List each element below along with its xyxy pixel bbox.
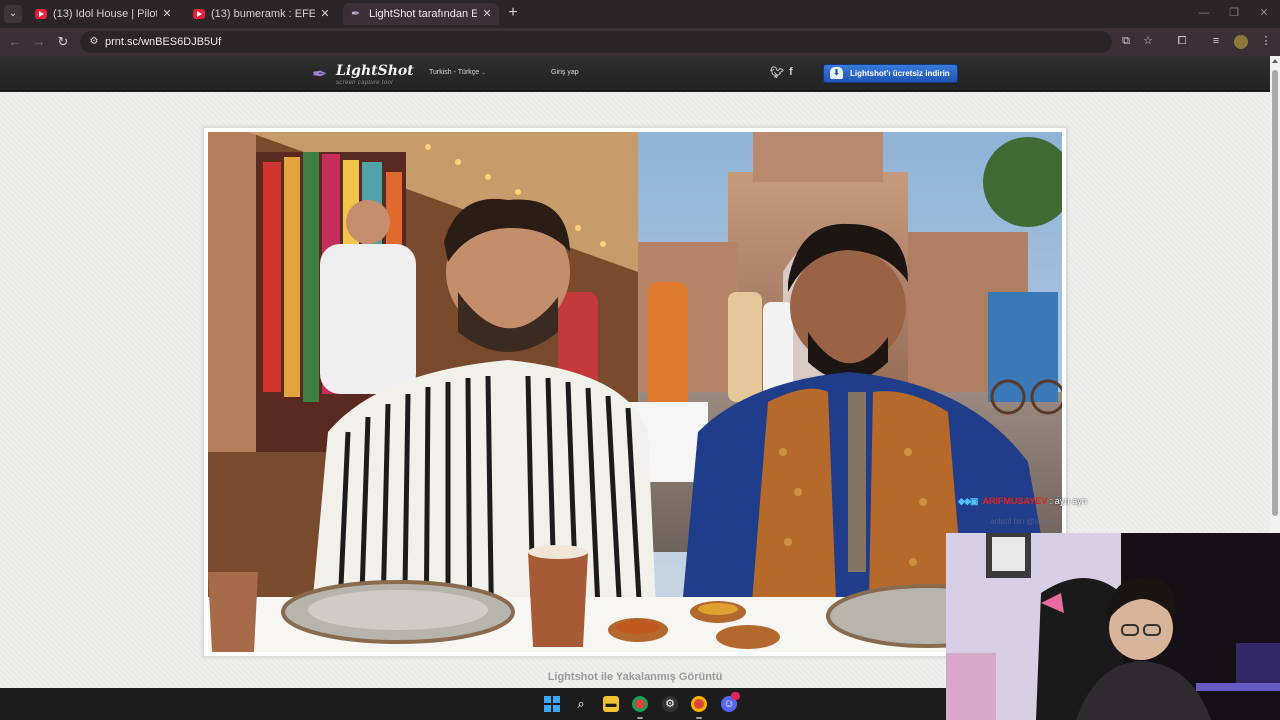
- running-indicator: [696, 717, 702, 719]
- close-window-icon[interactable]: ✕: [1256, 6, 1272, 20]
- youtube-icon: [193, 9, 205, 19]
- language-label: Turkish - Türkçe: [429, 69, 480, 76]
- tab-title: (13) bumeramk : EFE UYGAC Al: [211, 8, 315, 20]
- tab-title: (13) Idol House | Pilot Bölüm - Y: [53, 8, 157, 20]
- new-tab-button[interactable]: +: [504, 4, 522, 22]
- download-label: Lightshot'ı ücretsiz indirin: [850, 69, 950, 78]
- tab-strip: ⌄ (13) Idol House | Pilot Bölüm - Y ✕ (1…: [0, 0, 1280, 28]
- lightshot-icon: ✒: [351, 8, 361, 20]
- lightshot-logo[interactable]: ✒ LightShot screen capture tool: [312, 63, 414, 87]
- reload-button[interactable]: ↻: [54, 33, 72, 51]
- brand-name: LightShot: [336, 63, 414, 79]
- scroll-up-arrow-icon[interactable]: [1272, 59, 1278, 63]
- tab-bumeramk[interactable]: (13) bumeramk : EFE UYGAC Al ✕: [185, 3, 337, 25]
- language-selector[interactable]: Turkish - Türkçe ⌄: [429, 69, 486, 76]
- tab-search-button[interactable]: ⌄: [4, 5, 22, 23]
- site-info-icon[interactable]: ⚙: [87, 35, 101, 49]
- brand-tagline: screen capture tool: [336, 80, 393, 86]
- stream-chat-message: ◆◆▣ ARIFMUSAYEV : ayrı ayrı: [958, 496, 1087, 510]
- chrome-icon[interactable]: [691, 696, 707, 712]
- settings-icon[interactable]: ⚙: [662, 696, 678, 712]
- market-scene-image: [208, 132, 1062, 652]
- chat-text: : ayrı ayrı: [1049, 496, 1088, 506]
- chat-username: ARIFMUSAYEV: [982, 496, 1048, 506]
- address-bar[interactable]: ⚙ prnt.sc/wnBES6DJB5Uf: [80, 31, 1112, 53]
- browser-toolbar: ← → ↻ ⚙ prnt.sc/wnBES6DJB5Uf ⧉ ☆ ⧠ ≡ ⋮: [0, 28, 1280, 56]
- file-explorer-icon[interactable]: ▬: [603, 696, 619, 712]
- close-icon[interactable]: ✕: [480, 3, 494, 25]
- forward-button[interactable]: →: [30, 33, 48, 51]
- bookmark-star-icon[interactable]: ☆: [1140, 33, 1156, 49]
- webcam-overlay: [946, 533, 1280, 720]
- discord-icon[interactable]: ☺: [721, 692, 740, 712]
- chrome-icon[interactable]: [632, 696, 648, 712]
- chat-badge-icons: ◆◆▣: [958, 496, 978, 506]
- minimize-icon[interactable]: —: [1196, 6, 1212, 20]
- profile-avatar[interactable]: [1234, 35, 1248, 49]
- back-button[interactable]: ←: [6, 33, 24, 51]
- search-icon[interactable]: ⌕: [573, 696, 589, 712]
- youtube-icon: [35, 9, 47, 19]
- site-header: ✒ LightShot screen capture tool Turkish …: [0, 56, 1270, 91]
- close-icon[interactable]: ✕: [318, 3, 332, 25]
- running-indicator: [637, 717, 643, 719]
- scrollbar-thumb[interactable]: [1272, 70, 1278, 516]
- facebook-icon[interactable]: f: [789, 66, 793, 78]
- taskbar: ⌕ ▬ ⚙ ☺: [0, 688, 946, 720]
- chevron-down-icon: ⌄: [481, 70, 487, 76]
- menu-icon[interactable]: ⋮: [1258, 33, 1274, 49]
- twitter-icon[interactable]: 🐦︎: [770, 66, 784, 79]
- screenshot-image[interactable]: [208, 132, 1062, 652]
- faded-chat-message: anlatıl bin @server: [990, 517, 1057, 526]
- media-control-icon[interactable]: ≡: [1208, 33, 1224, 49]
- close-icon[interactable]: ✕: [160, 3, 174, 25]
- extensions-icon[interactable]: ⧠: [1174, 33, 1190, 49]
- windows-start-icon[interactable]: [544, 696, 560, 712]
- url-text[interactable]: prnt.sc/wnBES6DJB5Uf: [105, 31, 221, 53]
- download-button[interactable]: ⬇ Lightshot'ı ücretsiz indirin: [823, 64, 958, 83]
- tab-lightshot[interactable]: ✒ LightShot tarafından Ekran Gör ✕: [343, 3, 499, 25]
- login-link[interactable]: Giriş yap: [551, 69, 579, 76]
- install-app-icon[interactable]: ⧉: [1118, 33, 1134, 49]
- restore-icon[interactable]: ❐: [1226, 6, 1242, 20]
- feather-icon: ✒: [312, 64, 328, 84]
- tab-title: LightShot tarafından Ekran Gör: [369, 8, 477, 20]
- streamer-webcam-image: [946, 533, 1280, 720]
- screenshot-frame: [203, 127, 1067, 657]
- download-icon: ⬇: [830, 67, 843, 79]
- tab-idol-house[interactable]: (13) Idol House | Pilot Bölüm - Y ✕: [27, 3, 179, 25]
- notification-badge: [731, 692, 740, 700]
